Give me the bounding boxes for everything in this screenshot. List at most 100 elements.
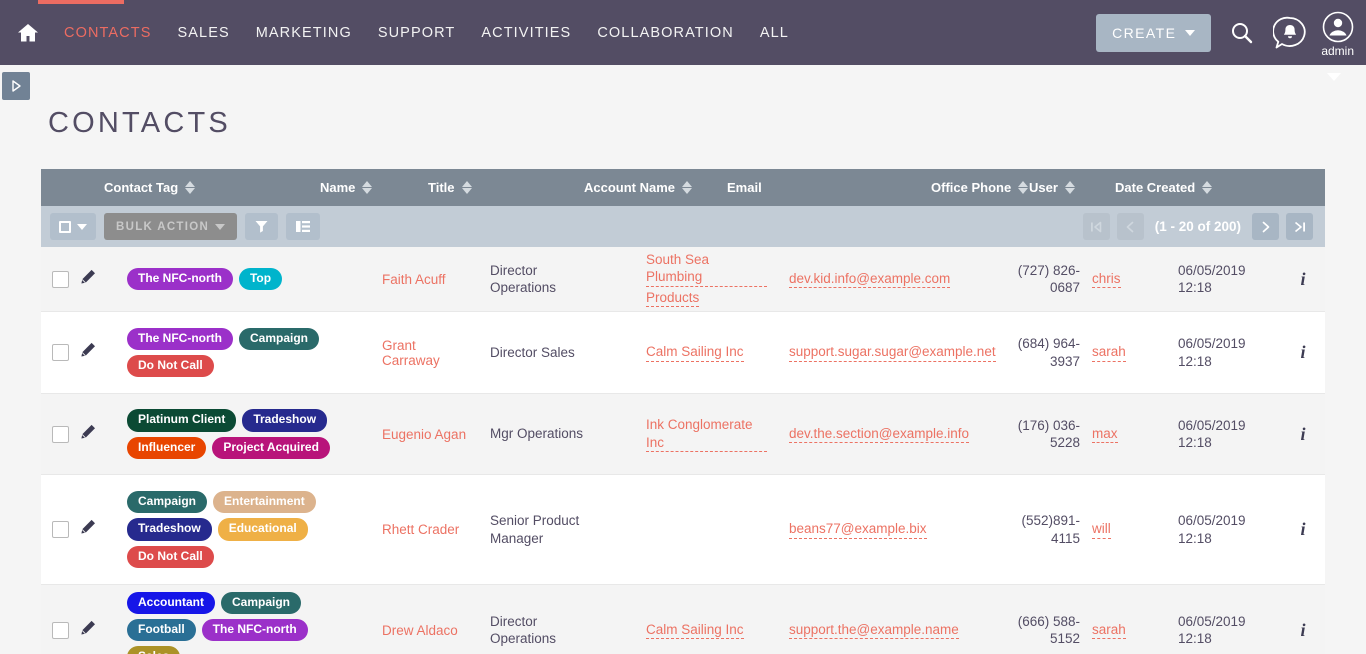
table-row[interactable]: Accountant Campaign FootballThe NFC-north S… [41,585,1325,654]
info-icon[interactable]: i [1300,620,1305,641]
user-link[interactable]: sarah [1092,621,1126,640]
bulk-action-button[interactable]: BULK ACTION [104,213,238,240]
column-header-title[interactable]: Title [413,180,541,195]
date-created-cell: 06/05/2019 12:18 [1162,262,1282,297]
user-link[interactable]: will [1092,520,1111,539]
contact-tag[interactable]: Top [238,267,283,291]
contact-name-link[interactable]: Grant Carraway [382,338,476,368]
sort-icon[interactable] [1064,181,1075,194]
email-link[interactable]: support.sugar.sugar@example.net [789,343,996,362]
edit-pencil-icon[interactable] [79,619,97,642]
contact-tag[interactable]: Tradeshow [242,409,328,432]
info-icon[interactable]: i [1300,519,1305,540]
email-link[interactable]: dev.the.section@example.info [789,425,970,444]
contact-tag[interactable]: The NFC-north [127,267,233,291]
contact-tag[interactable]: Do Not Call [127,355,214,378]
row-checkbox[interactable] [51,425,69,443]
account-link[interactable]: Products [646,289,700,307]
info-icon[interactable]: i [1300,424,1305,445]
user-link[interactable]: chris [1092,270,1121,289]
contact-tag[interactable]: Accountant [127,592,215,615]
contact-tag[interactable]: Entertainment [213,491,316,514]
info-icon[interactable]: i [1300,269,1305,290]
edit-pencil-icon[interactable] [79,518,97,541]
notification-bell-icon[interactable] [1273,16,1307,50]
nav-item-sales[interactable]: SALES [164,19,242,47]
contact-tag[interactable]: Tradeshow [127,518,212,541]
account-link[interactable]: Ink Conglomerate Inc [646,416,767,452]
contact-tag[interactable]: Sales [127,646,181,654]
nav-item-collaboration[interactable]: COLLABORATION [584,19,747,47]
column-header-email[interactable]: Email [704,180,909,195]
contact-name-link[interactable]: Rhett Crader [382,522,459,537]
home-icon[interactable] [15,20,41,46]
contact-tag[interactable]: The NFC-north [127,327,233,350]
edit-pencil-icon[interactable] [79,423,97,446]
account-link[interactable]: Calm Sailing Inc [646,621,744,640]
pagination-first-button[interactable] [1082,213,1110,240]
contact-tag[interactable]: Influencer [127,436,207,459]
info-cell: i [1282,424,1324,445]
sort-icon[interactable] [362,181,373,194]
row-checkbox[interactable] [51,621,69,639]
table-row[interactable]: The NFC-north Campaign Do Not Call Grant C… [41,312,1325,394]
column-header-user[interactable]: User [1017,180,1099,195]
contact-name-link[interactable]: Eugenio Agan [382,427,466,442]
sort-icon[interactable] [185,181,196,194]
chevron-down-icon[interactable] [1327,73,1341,81]
contact-tag[interactable]: Football [127,619,196,642]
sort-icon[interactable] [461,181,472,194]
create-button[interactable]: CREATE [1096,13,1212,52]
column-header-date-created[interactable]: Date Created [1099,180,1219,195]
select-all-dropdown-button[interactable] [50,213,96,240]
pagination-next-button[interactable] [1252,213,1279,240]
contact-tags-cell: Campaign Entertainment Tradeshow Educationa… [104,484,364,575]
contact-tag[interactable]: Project Acquired [212,436,330,459]
contact-tag[interactable]: Campaign [221,592,302,615]
nav-item-marketing[interactable]: MARKETING [243,19,365,47]
column-chooser-button[interactable] [286,213,321,240]
row-checkbox[interactable] [51,344,69,361]
column-header-office-phone[interactable]: Office Phone [909,180,1029,195]
pagination-last-button[interactable] [1286,213,1313,240]
edit-pencil-icon[interactable] [79,341,97,364]
nav-item-all[interactable]: ALL [747,19,802,47]
contact-tag[interactable]: Platinum Client [127,409,237,432]
column-header-contact-tag[interactable]: Contact Tag [41,180,301,195]
contact-name-link[interactable]: Faith Acuff [382,272,446,287]
edit-pencil-icon[interactable] [79,268,97,291]
email-link[interactable]: beans77@example.bix [789,520,927,539]
table-row[interactable]: The NFC-north Top Faith Acuff Director Op… [41,247,1325,312]
search-icon[interactable] [1225,16,1259,50]
nav-item-contacts[interactable]: CONTACTS [51,19,164,47]
table-row[interactable]: Platinum Client Tradeshow Influencer Projec… [41,394,1325,475]
filter-button[interactable] [245,213,279,240]
column-header-name[interactable]: Name [301,180,413,195]
nav-item-support[interactable]: SUPPORT [365,19,469,47]
row-edit-cell [79,423,104,446]
contact-name-link[interactable]: Drew Aldaco [382,623,458,638]
row-checkbox[interactable] [51,521,69,538]
contact-tag[interactable]: Educational [217,518,308,541]
account-link[interactable]: South Sea Plumbing [646,251,767,287]
avatar[interactable]: admin [1321,11,1354,58]
sort-icon[interactable] [682,181,693,194]
contact-tag[interactable]: Campaign [127,491,208,514]
sidebar-toggle-button[interactable] [2,72,30,100]
sort-icon[interactable] [1202,181,1213,194]
info-icon[interactable]: i [1300,342,1305,363]
account-link[interactable]: Calm Sailing Inc [646,343,744,362]
contact-tag[interactable]: Campaign [238,327,319,350]
nav-item-activities[interactable]: ACTIVITIES [468,19,584,47]
contact-tag[interactable]: The NFC-north [201,619,308,642]
user-link[interactable]: sarah [1092,343,1126,362]
column-header-account-name[interactable]: Account Name [541,180,704,195]
row-checkbox[interactable] [51,270,69,288]
pagination-prev-button[interactable] [1116,213,1144,240]
email-link[interactable]: support.the@example.name [789,621,959,640]
table-row[interactable]: Campaign Entertainment Tradeshow Educationa… [41,475,1325,585]
contact-tags-cell: Platinum Client Tradeshow Influencer Projec… [104,402,364,465]
contact-tag[interactable]: Do Not Call [127,545,214,568]
user-link[interactable]: max [1092,425,1118,444]
email-link[interactable]: dev.kid.info@example.com [789,270,951,289]
